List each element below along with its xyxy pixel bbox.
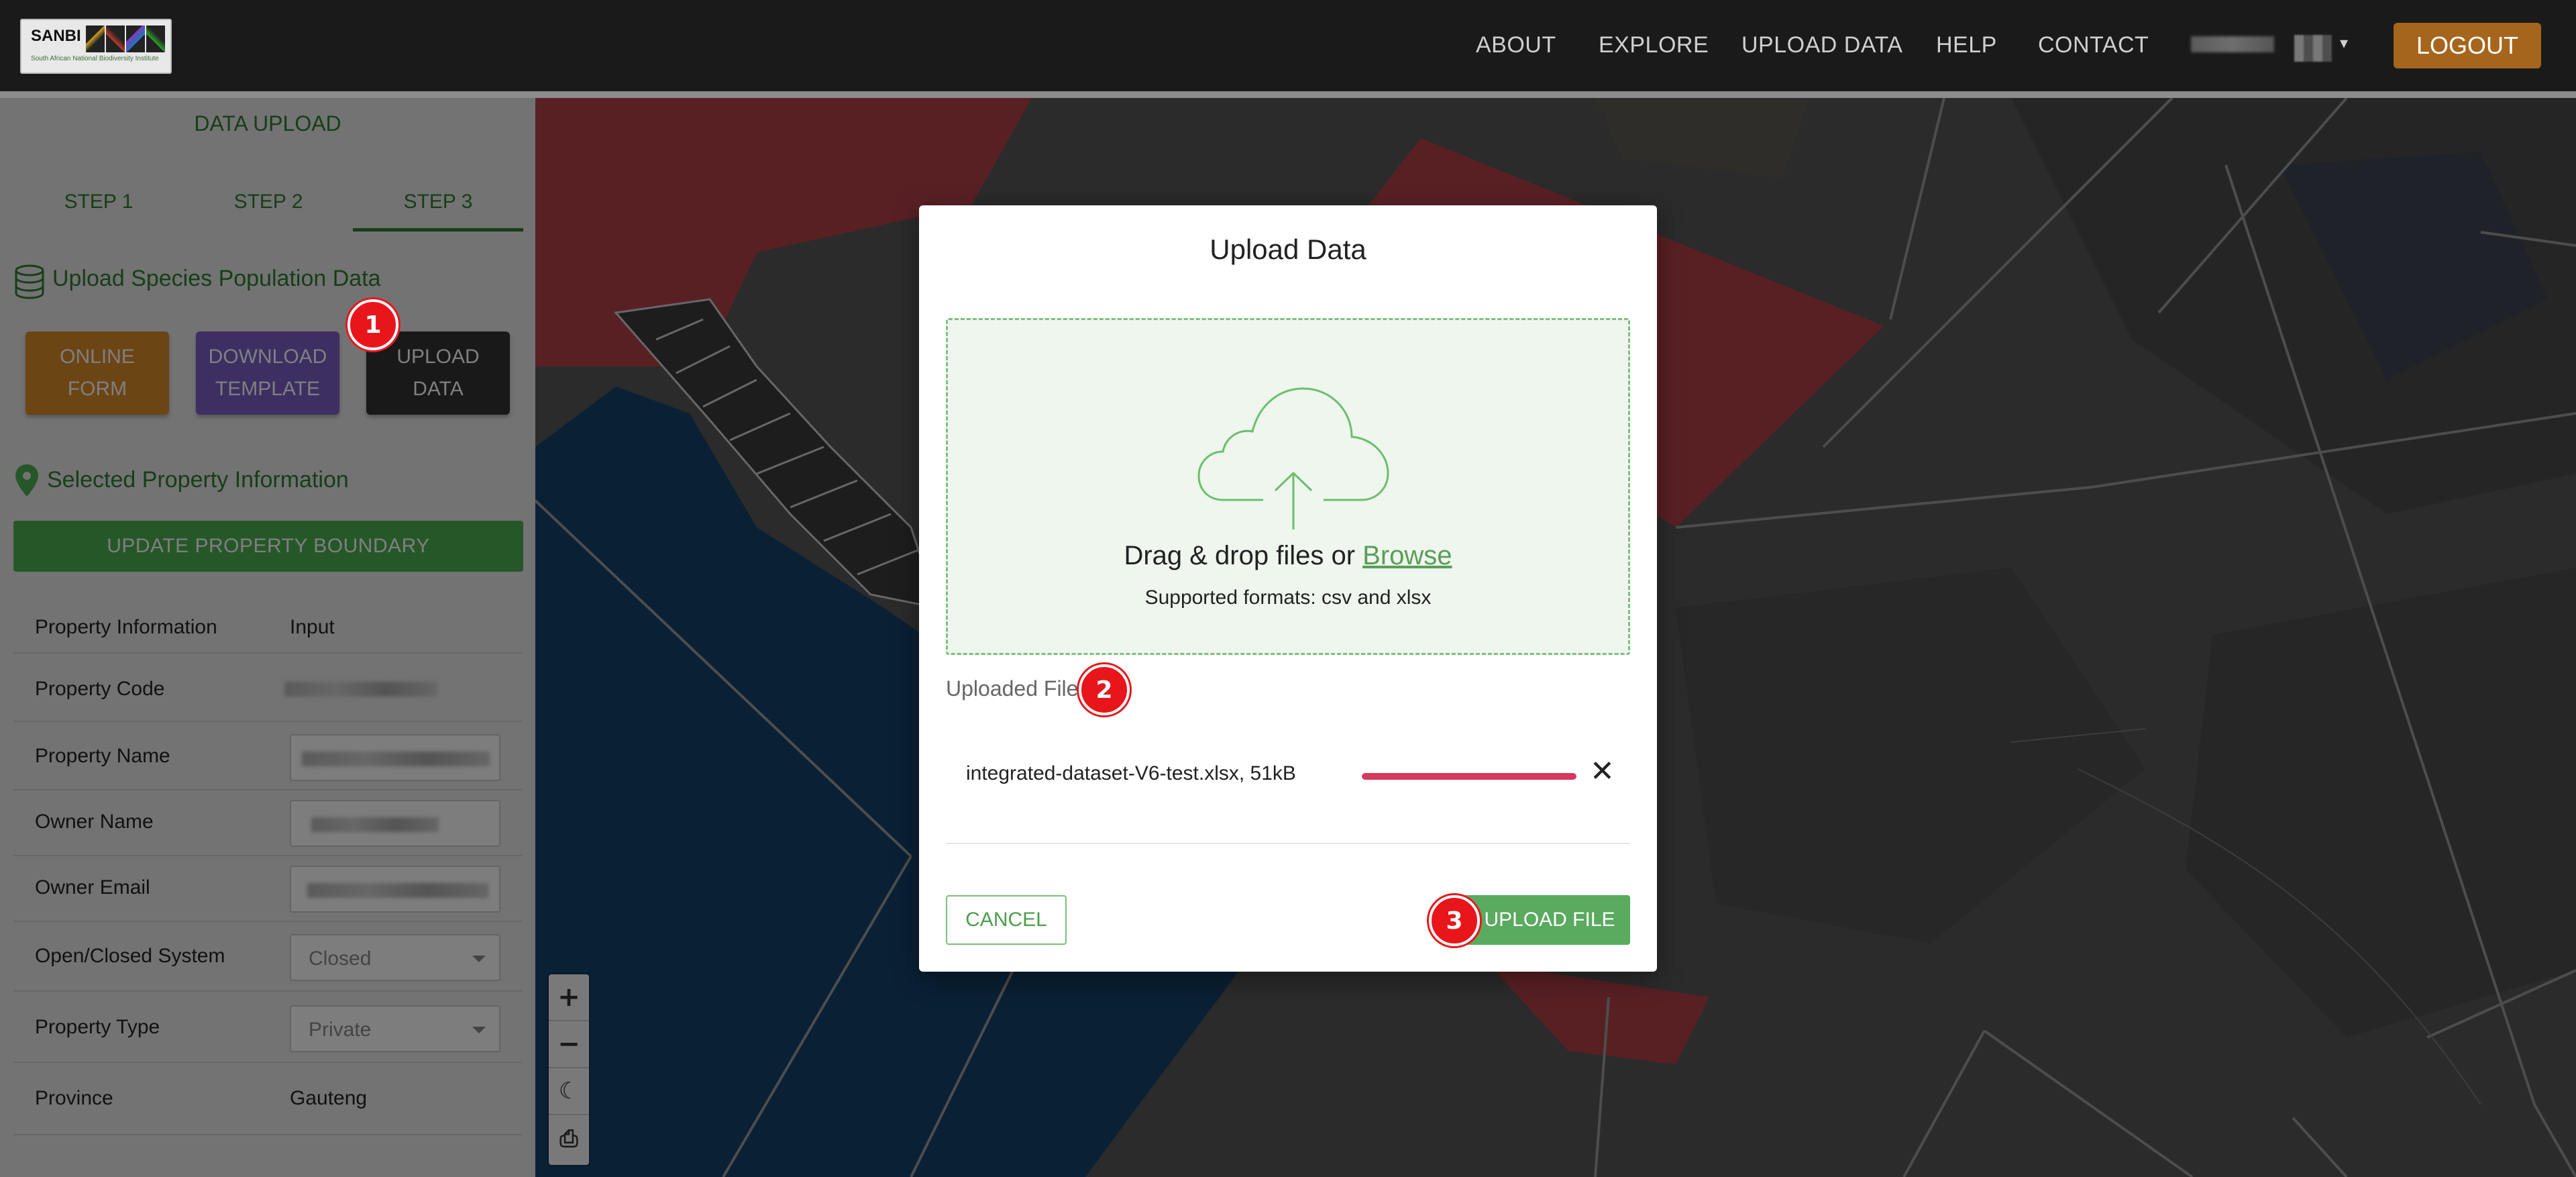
- upload-data-modal: Upload Data Drag & drop files or Browse …: [919, 205, 1657, 972]
- step-badge-2: 2: [1079, 664, 1130, 715]
- nav-contact[interactable]: CONTACT: [2038, 32, 2149, 58]
- header-divider: [0, 91, 2576, 98]
- uploaded-file-name: integrated-dataset-V6-test.xlsx, 51kB: [966, 762, 1296, 784]
- nav-help[interactable]: HELP: [1936, 32, 1997, 58]
- cancel-button[interactable]: CANCEL: [946, 895, 1067, 945]
- user-avatar-redacted[interactable]: [2294, 35, 2332, 62]
- modal-title: Upload Data: [1210, 234, 1366, 265]
- modal-divider: [946, 843, 1630, 844]
- logo-text: SANBI: [31, 27, 81, 45]
- step-badge-3: 3: [1429, 895, 1480, 946]
- nav-about[interactable]: ABOUT: [1476, 32, 1556, 58]
- drop-text: Drag & drop files or: [1124, 541, 1363, 570]
- nav-explore[interactable]: EXPLORE: [1599, 32, 1709, 58]
- drop-instructions: Drag & drop files or Browse: [919, 541, 1657, 571]
- remove-file-icon[interactable]: ✕: [1590, 757, 1615, 786]
- user-name-redacted[interactable]: [2191, 36, 2274, 52]
- upload-progress-fill: [1362, 773, 1576, 780]
- uploaded-file-label: Uploaded File: [946, 676, 1079, 701]
- logo-tiles: [86, 25, 165, 52]
- nav-upload-data[interactable]: UPLOAD DATA: [1741, 32, 1902, 58]
- step-badge-1: 1: [347, 299, 398, 350]
- logout-button[interactable]: LOGOUT: [2394, 23, 2541, 68]
- upload-progress-bar: [1362, 773, 1576, 780]
- sanbi-logo[interactable]: SANBI South African National Biodiversit…: [20, 19, 172, 74]
- browse-link[interactable]: Browse: [1362, 541, 1452, 570]
- user-menu-caret-icon[interactable]: ▾: [2340, 34, 2348, 52]
- sidebar-overlay: [0, 98, 535, 1177]
- logo-subtitle: South African National Biodiversity Inst…: [31, 55, 159, 62]
- supported-formats: Supported formats: csv and xlsx: [1144, 586, 1432, 609]
- cloud-upload-icon: [1197, 387, 1389, 529]
- top-navbar: SANBI South African National Biodiversit…: [0, 0, 2576, 91]
